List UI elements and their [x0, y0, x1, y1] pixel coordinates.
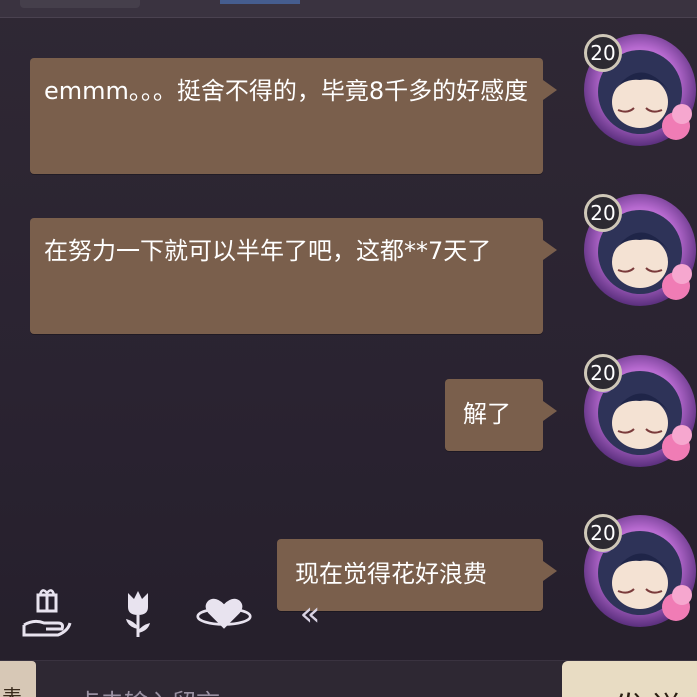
message-input-placeholder: 点击输入留言	[76, 683, 220, 697]
level-badge: 20	[584, 194, 622, 232]
level-badge: 20	[584, 354, 622, 392]
level-badge: 20	[584, 514, 622, 552]
collapse-arrows-icon[interactable]: «	[290, 597, 330, 637]
send-button[interactable]: 发送	[562, 661, 697, 697]
chat-bubble-text: 现在觉得花好浪费	[295, 560, 487, 588]
emoji-button[interactable]: 表	[0, 661, 36, 697]
top-bar-accent	[220, 0, 300, 4]
chat-bubble-text: 解了	[463, 400, 511, 428]
level-badge: 20	[584, 34, 622, 72]
chat-bubble-3: 解了	[445, 379, 557, 451]
tulip-icon	[126, 591, 150, 637]
chat-bubble-1: emmm。。。挺舍不得的，毕竟8千多的好感度	[30, 58, 557, 174]
emoji-button-label: 表	[2, 685, 22, 697]
message-input-bar: 表 点击输入留言 发送	[0, 660, 697, 697]
chat-screen: emmm。。。挺舍不得的，毕竟8千多的好感度 20 在努力一下就可以半年了吧，这	[0, 0, 697, 697]
message-input[interactable]: 点击输入留言	[36, 661, 562, 697]
gift-button[interactable]	[18, 585, 74, 641]
chat-bubble-text: emmm。。。挺舍不得的，毕竟8千多的好感度	[44, 77, 529, 105]
chat-bubble-text: 在努力一下就可以半年了吧，这都**7天了	[44, 237, 492, 265]
chat-bubble-2: 在努力一下就可以半年了吧，这都**7天了	[30, 218, 557, 334]
gift-hand-icon	[22, 589, 72, 637]
send-button-label: 发送	[614, 683, 690, 697]
top-bar-faint-text	[20, 0, 140, 8]
heart-orbit-icon	[196, 598, 252, 629]
top-bar	[0, 0, 697, 18]
heart-button[interactable]	[196, 585, 252, 641]
flower-button[interactable]	[110, 585, 166, 641]
interaction-toolbar: «	[0, 585, 697, 645]
